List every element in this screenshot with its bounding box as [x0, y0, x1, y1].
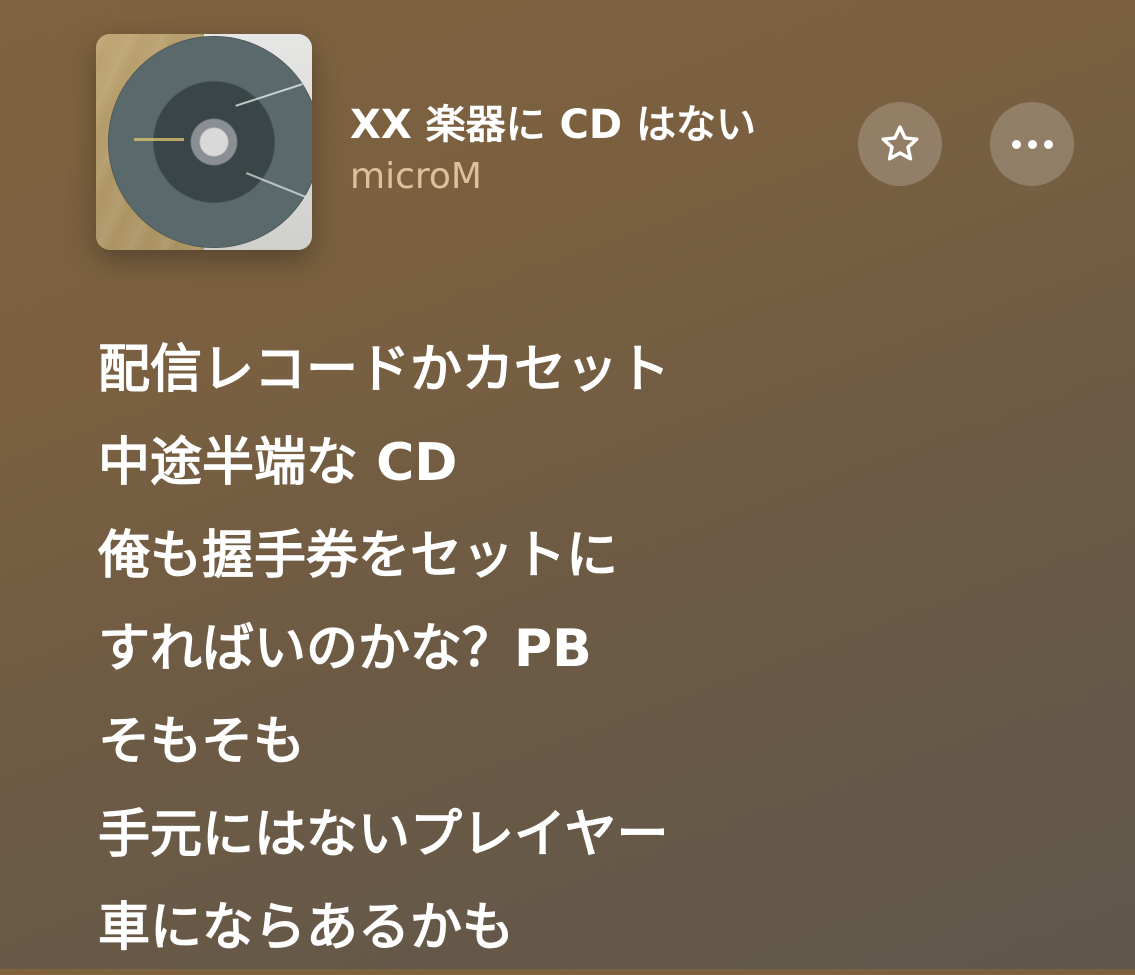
cd-disc-image	[108, 36, 312, 248]
ellipsis-dot	[1043, 139, 1053, 149]
track-title[interactable]: XX 楽器に CD はない	[350, 92, 756, 150]
artwork-case	[108, 34, 312, 250]
artist-name[interactable]: microM	[350, 156, 482, 197]
ellipsis-icon	[1011, 139, 1053, 149]
lyric-line[interactable]: 中途半端な CD	[98, 417, 1078, 510]
lyric-line[interactable]: すればいのかな？PB	[98, 603, 1078, 696]
lyric-line[interactable]: 俺も握手券をセットに	[98, 510, 1078, 603]
ellipsis-dot	[1027, 139, 1037, 149]
lyric-line[interactable]: そもそも	[98, 696, 1078, 789]
lyrics-view[interactable]: 配信レコードかカセット 中途半端な CD 俺も握手券をセットに すればいのかな？…	[98, 324, 1078, 975]
ellipsis-dot	[1011, 139, 1021, 149]
lyric-line[interactable]: 車にならあるかも	[98, 882, 1078, 975]
artwork-sleeve-print	[134, 138, 184, 141]
more-options-button[interactable]	[990, 102, 1074, 186]
star-outline-icon	[881, 125, 919, 161]
lyric-line[interactable]: 手元にはないプレイヤー	[98, 789, 1078, 882]
album-artwork[interactable]	[96, 34, 312, 250]
favorite-button[interactable]	[858, 102, 942, 186]
now-playing-header: XX 楽器に CD はない microM	[96, 34, 1086, 250]
lyric-line[interactable]: 配信レコードかカセット	[98, 324, 1078, 417]
